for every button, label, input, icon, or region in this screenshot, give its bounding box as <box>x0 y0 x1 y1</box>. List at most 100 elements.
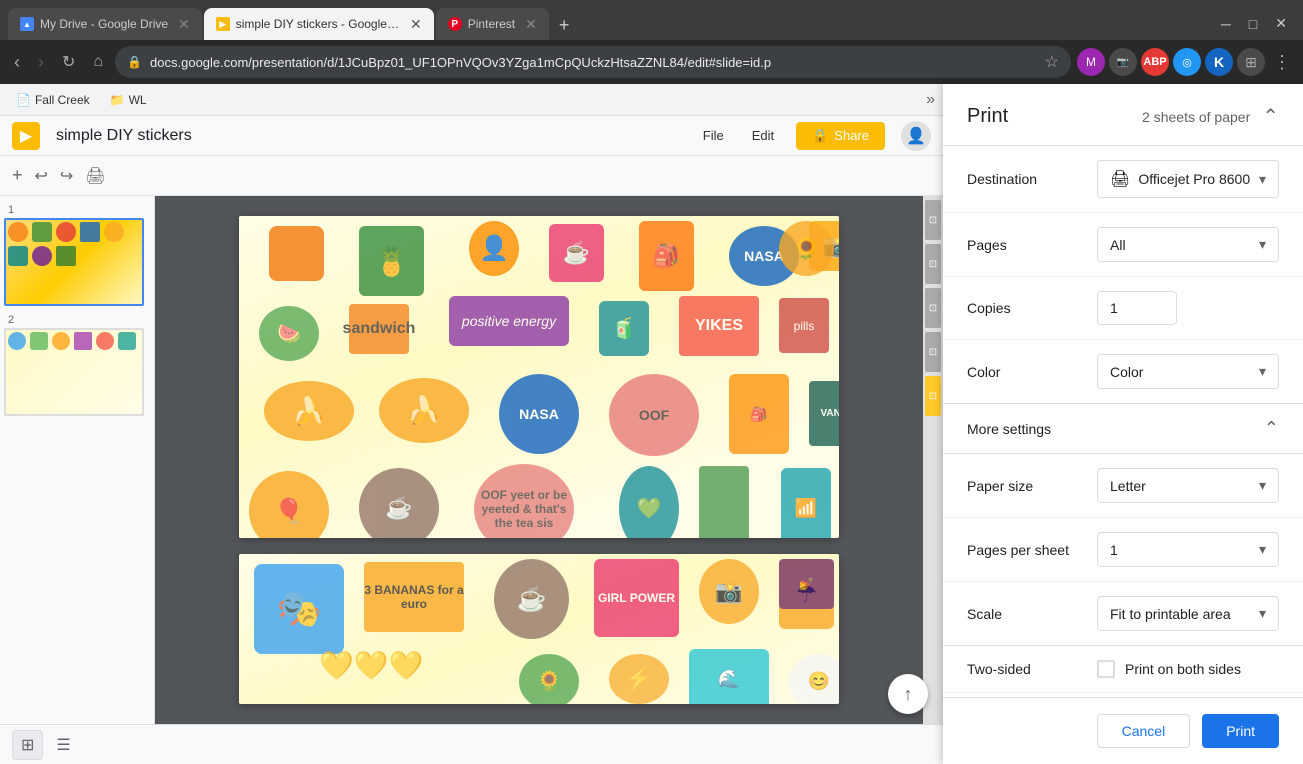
destination-select[interactable]: 🖨 Officejet Pro 8600 ▾ <box>1097 160 1279 198</box>
browser-chrome: ▲ My Drive - Google Drive ✕ ▶ simple DIY… <box>0 0 1303 40</box>
scroll-item-5: ⊡ <box>925 376 941 416</box>
address-input[interactable]: 🔒 docs.google.com/presentation/d/1JCuBpz… <box>115 46 1071 78</box>
slide-thumb-1[interactable]: 1 <box>4 204 150 306</box>
cancel-button[interactable]: Cancel <box>1097 714 1191 748</box>
menu-file[interactable]: File <box>697 124 730 147</box>
bookmark-star-icon[interactable]: ☆ <box>1045 52 1059 72</box>
ext-icon-5[interactable]: K <box>1205 48 1233 76</box>
bookmark-wl[interactable]: 📁 WL <box>102 89 155 111</box>
slides-secondary-toolbar: + ↩ ↪ 🖨 <box>0 156 943 196</box>
two-sided-control: Print on both sides <box>1097 660 1241 678</box>
scale-select[interactable]: Fit to printable area ▾ <box>1097 596 1279 631</box>
fall-creek-label: Fall Creek <box>35 93 90 107</box>
slide-num-1: 1 <box>4 204 150 216</box>
scale-value: Fit to printable area <box>1110 606 1259 622</box>
paper-size-arrow: ▾ <box>1259 477 1266 494</box>
ext-icon-3[interactable]: ABP <box>1141 48 1169 76</box>
tab-pinterest-close[interactable]: ✕ <box>525 16 537 33</box>
more-settings-chevron-icon: ⌃ <box>1264 418 1279 439</box>
paper-size-select[interactable]: Letter ▾ <box>1097 468 1279 503</box>
back-button[interactable]: ‹ <box>8 48 26 77</box>
paper-size-row: Paper size Letter ▾ <box>943 454 1303 518</box>
two-sided-checkbox[interactable] <box>1097 660 1115 678</box>
window-minimize[interactable]: ─ <box>1213 12 1239 36</box>
tab-slides-close[interactable]: ✕ <box>410 16 422 33</box>
tab-slides[interactable]: ▶ simple DIY stickers - Google Slid... ✕ <box>204 8 434 40</box>
print-body: Destination 🖨 Officejet Pro 8600 ▾ Pages… <box>943 146 1303 697</box>
print-button[interactable]: Print <box>1202 714 1279 748</box>
pages-per-sheet-value: 1 <box>1110 542 1259 558</box>
printer-icon: 🖨 <box>1110 169 1130 189</box>
ext-icon-2[interactable]: 📷 <box>1109 48 1137 76</box>
share-button[interactable]: 🔒 Share <box>796 122 885 150</box>
list-view-btn[interactable]: ☰ <box>47 730 79 760</box>
pages-per-sheet-row: Pages per sheet 1 ▾ <box>943 518 1303 582</box>
print-header-right: 2 sheets of paper ⌃ <box>1142 104 1279 129</box>
pages-per-sheet-label: Pages per sheet <box>967 542 1097 558</box>
add-slide-btn[interactable]: + <box>8 161 27 190</box>
color-row: Color Color ▾ <box>943 340 1303 404</box>
grid-view-btn[interactable]: ⊞ <box>12 730 43 760</box>
window-maximize[interactable]: □ <box>1241 12 1265 36</box>
pages-value: All <box>1110 237 1259 253</box>
tab-pinterest-favicon: P <box>448 17 462 31</box>
url-text: docs.google.com/presentation/d/1JCuBpz01… <box>150 55 1037 70</box>
window-close[interactable]: ✕ <box>1267 11 1295 36</box>
menu-edit[interactable]: Edit <box>746 124 780 147</box>
scroll-to-top-fab[interactable]: ↑ <box>888 674 928 714</box>
bookmarks-bar: 📄 Fall Creek 📁 WL » <box>0 84 943 116</box>
forward-button[interactable]: › <box>32 48 50 77</box>
pages-label: Pages <box>967 237 1097 253</box>
share-label: Share <box>834 128 869 143</box>
slide-panel: 1 <box>0 196 155 724</box>
destination-arrow: ▾ <box>1259 171 1266 188</box>
bookmarks-overflow[interactable]: » <box>926 91 935 109</box>
pages-per-sheet-arrow: ▾ <box>1259 541 1266 558</box>
copies-row: Copies <box>943 277 1303 340</box>
tab-drive-favicon: ▲ <box>20 17 34 31</box>
pages-select[interactable]: All ▾ <box>1097 227 1279 262</box>
reload-button[interactable]: ↻ <box>56 48 81 76</box>
scroll-item-3: ⊡ <box>925 288 941 328</box>
ext-icon-6[interactable]: ⊞ <box>1237 48 1265 76</box>
home-button[interactable]: ⌂ <box>87 49 109 75</box>
redo-btn[interactable]: ↪ <box>56 162 77 190</box>
print-header: Print 2 sheets of paper ⌃ <box>943 84 1303 146</box>
tab-pinterest[interactable]: P Pinterest ✕ <box>436 8 549 40</box>
slide-thumb-2[interactable]: 2 <box>4 314 150 416</box>
bookmark-fall-creek[interactable]: 📄 Fall Creek <box>8 89 98 111</box>
scale-label: Scale <box>967 606 1097 622</box>
presentation-title[interactable]: simple DIY stickers <box>56 127 192 145</box>
more-settings-label: More settings <box>967 421 1264 437</box>
wl-folder-icon: 📁 <box>110 93 125 107</box>
paper-size-label: Paper size <box>967 478 1097 494</box>
copies-label: Copies <box>967 300 1097 316</box>
copies-input[interactable] <box>1097 291 1177 325</box>
undo-btn[interactable]: ↩ <box>31 162 52 190</box>
new-tab-button[interactable]: + <box>551 15 578 36</box>
print-btn-toolbar[interactable]: 🖨 <box>81 162 109 190</box>
print-footer: Cancel Print <box>943 697 1303 764</box>
tab-slides-label: simple DIY stickers - Google Slid... <box>236 17 400 31</box>
collapse-icon[interactable]: ⌃ <box>1262 104 1279 129</box>
view-controls-bar: ⊞ ☰ <box>0 724 943 764</box>
print-title: Print <box>967 105 1008 128</box>
scroll-item-2: ⊡ <box>925 244 941 284</box>
lock-share-icon: 🔒 <box>812 128 828 144</box>
sheets-count: 2 sheets of paper <box>1142 109 1250 125</box>
scroll-item-1: ⊡ <box>925 200 941 240</box>
tab-drive-close[interactable]: ✕ <box>178 16 190 33</box>
paper-size-value: Letter <box>1110 478 1259 494</box>
color-value: Color <box>1110 364 1259 380</box>
slide-num-2: 2 <box>4 314 150 326</box>
chrome-menu[interactable]: ⋮ <box>1269 52 1295 73</box>
ext-icon-4[interactable]: ◎ <box>1173 48 1201 76</box>
ext-icon-1[interactable]: M <box>1077 48 1105 76</box>
two-sided-checkbox-label: Print on both sides <box>1125 661 1241 677</box>
color-select[interactable]: Color ▾ <box>1097 354 1279 389</box>
more-settings-row[interactable]: More settings ⌃ <box>943 404 1303 454</box>
user-avatar[interactable]: 👤 <box>901 121 931 151</box>
pages-per-sheet-select[interactable]: 1 ▾ <box>1097 532 1279 567</box>
color-arrow: ▾ <box>1259 363 1266 380</box>
tab-drive[interactable]: ▲ My Drive - Google Drive ✕ <box>8 8 202 40</box>
